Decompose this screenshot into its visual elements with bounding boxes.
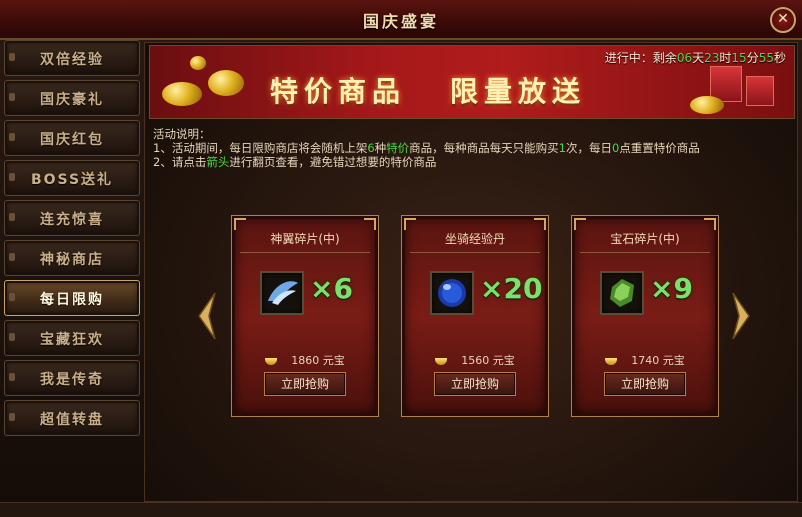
promo-banner: 进行中：剩余06天23时15分55秒 特价商品 限量放送 bbox=[149, 45, 795, 119]
sidebar-item-lucky-wheel[interactable]: 超值转盘 bbox=[4, 400, 140, 436]
desc-text: 1、活动期间，每日限购商店将会随机上架 bbox=[153, 141, 368, 155]
gold-ingot-icon bbox=[208, 70, 244, 96]
desc-highlight: 箭头 bbox=[206, 155, 230, 169]
product-quantity: ×6 bbox=[310, 272, 353, 305]
product-price: 1860 元宝 bbox=[232, 352, 378, 368]
window-footer bbox=[0, 502, 802, 517]
sidebar-item-label: BOSS送礼 bbox=[30, 172, 114, 188]
corner-ornament bbox=[364, 218, 376, 230]
countdown-timer: 进行中：剩余06天23时15分55秒 bbox=[605, 49, 786, 66]
sidebar-item-recharge-surprise[interactable]: 连充惊喜 bbox=[4, 200, 140, 236]
gift-box-icon bbox=[746, 76, 774, 106]
sidebar-item-red-packet[interactable]: 国庆红包 bbox=[4, 120, 140, 156]
window-title: 国庆盛宴 bbox=[362, 12, 439, 31]
product-price: 1740 元宝 bbox=[572, 352, 718, 368]
sidebar: 双倍经验 国庆豪礼 国庆红包 BOSS送礼 连充惊喜 神秘商店 每日限购 宝藏狂… bbox=[4, 40, 140, 440]
event-description: 活动说明： 1、活动期间，每日限购商店将会随机上架6种特价商品，每种商品每天只能… bbox=[153, 127, 700, 169]
desc-text: 次，每日 bbox=[565, 141, 612, 155]
sidebar-item-label: 我是传奇 bbox=[40, 372, 104, 388]
product-name: 宝石碎片(中) bbox=[610, 232, 680, 246]
corner-ornament bbox=[234, 218, 246, 230]
price-currency: 元宝 bbox=[662, 354, 685, 367]
corner-ornament bbox=[704, 218, 716, 230]
gold-ingot-icon bbox=[265, 357, 278, 365]
countdown-minutes: 15 bbox=[731, 51, 747, 65]
sidebar-item-label: 连充惊喜 bbox=[40, 212, 104, 228]
product-quantity: ×9 bbox=[650, 272, 693, 305]
divider bbox=[580, 252, 710, 253]
price-currency: 元宝 bbox=[322, 354, 345, 367]
gold-ingot-icon bbox=[162, 82, 202, 106]
countdown-minutes-unit: 分 bbox=[746, 51, 759, 65]
blue-orb-icon[interactable] bbox=[430, 271, 474, 315]
buy-now-button[interactable]: 立即抢购 bbox=[434, 372, 516, 396]
banner-title-left: 特价商品 bbox=[270, 75, 407, 108]
right-arrow-icon[interactable] bbox=[731, 291, 751, 341]
price-value: 1860 bbox=[291, 354, 320, 367]
gold-ingot-icon bbox=[605, 357, 618, 365]
sidebar-item-label: 超值转盘 bbox=[40, 412, 104, 428]
sidebar-item-label: 宝藏狂欢 bbox=[40, 332, 104, 348]
desc-text: 商品，每种商品每天只能购买 bbox=[409, 141, 559, 155]
close-button[interactable]: ✕ bbox=[770, 7, 796, 33]
product-name: 神翼碎片(中) bbox=[270, 232, 340, 246]
countdown-days-unit: 天 bbox=[692, 51, 705, 65]
buy-now-button[interactable]: 立即抢购 bbox=[264, 372, 346, 396]
sidebar-item-legend[interactable]: 我是传奇 bbox=[4, 360, 140, 396]
countdown-days: 06 bbox=[676, 51, 693, 65]
sidebar-item-label: 神秘商店 bbox=[40, 252, 104, 268]
desc-highlight: 6 bbox=[367, 141, 375, 155]
sidebar-item-label: 国庆红包 bbox=[40, 132, 104, 148]
product-card: 坐骑经验丹 ×20 1560 元宝 立即抢购 bbox=[401, 215, 549, 417]
sidebar-item-boss-gift[interactable]: BOSS送礼 bbox=[4, 160, 140, 196]
description-line-2: 2、请点击箭头进行翻页查看，避免错过想要的特价商品 bbox=[153, 155, 700, 169]
product-price: 1560 元宝 bbox=[402, 352, 548, 368]
sidebar-item-national-gift[interactable]: 国庆豪礼 bbox=[4, 80, 140, 116]
countdown-hours-unit: 时 bbox=[719, 51, 732, 65]
buy-now-button[interactable]: 立即抢购 bbox=[604, 372, 686, 396]
sidebar-item-label: 每日限购 bbox=[40, 292, 104, 308]
product-quantity: ×20 bbox=[480, 272, 543, 305]
product-name: 坐骑经验丹 bbox=[444, 232, 505, 246]
title-bar: 国庆盛宴 ✕ bbox=[0, 0, 802, 40]
green-gem-icon[interactable] bbox=[600, 271, 644, 315]
countdown-seconds: 55 bbox=[758, 51, 774, 65]
desc-highlight: 1 bbox=[558, 141, 566, 155]
gold-ingot-icon bbox=[435, 357, 448, 365]
product-card: 神翼碎片(中) ×6 1860 元宝 立即抢购 bbox=[231, 215, 379, 417]
banner-headline: 特价商品 限量放送 bbox=[270, 70, 700, 110]
countdown-prefix: 进行中：剩余 bbox=[604, 51, 677, 65]
left-arrow-icon[interactable] bbox=[197, 291, 217, 341]
price-currency: 元宝 bbox=[492, 354, 515, 367]
sidebar-item-label: 国庆豪礼 bbox=[40, 92, 104, 108]
product-card: 宝石碎片(中) ×9 1740 元宝 立即抢购 bbox=[571, 215, 719, 417]
description-heading: 活动说明： bbox=[153, 127, 211, 141]
countdown-seconds-unit: 秒 bbox=[773, 51, 786, 65]
desc-text: 2、请点击 bbox=[153, 155, 207, 169]
desc-highlight: 特价 bbox=[386, 141, 410, 155]
divider bbox=[240, 252, 370, 253]
banner-title-right: 限量放送 bbox=[450, 75, 587, 108]
corner-ornament bbox=[534, 218, 546, 230]
corner-ornament bbox=[404, 218, 416, 230]
sidebar-item-double-exp[interactable]: 双倍经验 bbox=[4, 40, 140, 76]
main-panel: 进行中：剩余06天23时15分55秒 特价商品 限量放送 活动说明： 1、活动期间… bbox=[144, 42, 798, 502]
countdown-hours: 23 bbox=[704, 51, 720, 65]
price-value: 1740 bbox=[631, 354, 660, 367]
sidebar-item-label: 双倍经验 bbox=[40, 52, 104, 68]
desc-text: 进行翻页查看，避免错过想要的特价商品 bbox=[229, 155, 437, 169]
desc-text: 点重置特价商品 bbox=[619, 141, 700, 155]
desc-text: 种 bbox=[374, 141, 387, 155]
divider bbox=[410, 252, 540, 253]
description-line-1: 1、活动期间，每日限购商店将会随机上架6种特价商品，每种商品每天只能购买1次，每… bbox=[153, 141, 700, 155]
price-value: 1560 bbox=[461, 354, 490, 367]
gold-coin-icon bbox=[190, 56, 206, 70]
wing-fragment-icon[interactable] bbox=[260, 271, 304, 315]
sidebar-item-treasure-carnival[interactable]: 宝藏狂欢 bbox=[4, 320, 140, 356]
sidebar-item-mystery-shop[interactable]: 神秘商店 bbox=[4, 240, 140, 276]
sidebar-item-daily-limited[interactable]: 每日限购 bbox=[4, 280, 140, 316]
game-window: 国庆盛宴 ✕ 双倍经验 国庆豪礼 国庆红包 BOSS送礼 连充惊喜 神秘商店 每… bbox=[0, 0, 802, 517]
corner-ornament bbox=[574, 218, 586, 230]
